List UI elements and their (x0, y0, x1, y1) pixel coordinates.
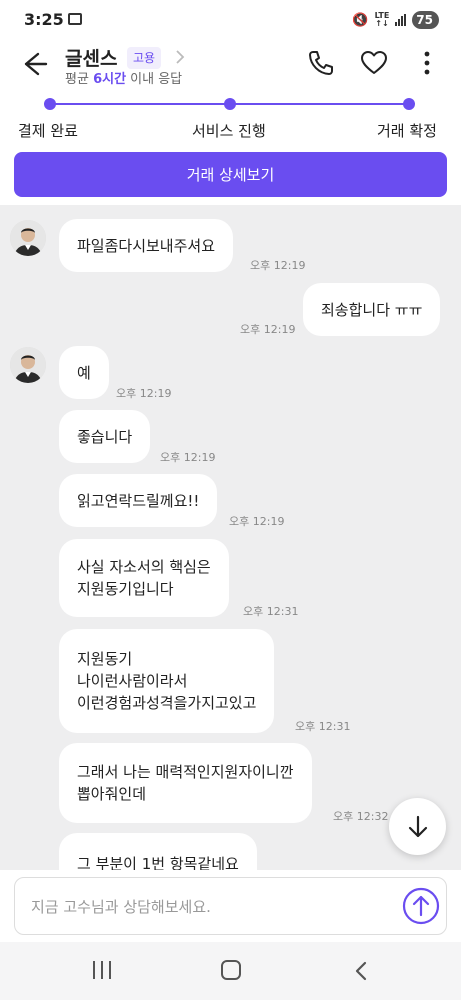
status-time: 3:25 (24, 10, 64, 29)
page-title[interactable]: 글센스 (65, 44, 117, 71)
network-type: LTE (374, 11, 390, 20)
message-bubble: 예 (59, 346, 109, 399)
message-time: 오후 12:19 (229, 515, 285, 528)
message-bubble-sent: 죄송합니다 ㅠㅠ (303, 283, 441, 336)
message-text: 죄송합니다 ㅠㅠ (321, 300, 423, 319)
more-vertical-icon[interactable] (412, 48, 442, 78)
mute-icon: 🔇 (352, 12, 369, 28)
chat-header: 글센스 고용 평균 6시간 이내 응답 (0, 40, 461, 90)
system-nav-bar (0, 942, 461, 1000)
hire-badge: 고용 (127, 47, 162, 69)
scroll-to-bottom-button[interactable] (389, 798, 446, 855)
progress-dot-paid (44, 98, 56, 110)
message-text: 사실 자소서의 핵심은 (77, 558, 211, 576)
message-text: 나이런사람이라서 (77, 672, 188, 690)
status-bar: 3:25 🔇 LTE ↑↓ 75 (0, 0, 461, 40)
message-text: 지원동기 (77, 650, 133, 668)
message-time: 오후 12:32 (333, 810, 389, 823)
response-time-value: 6시간 (93, 72, 127, 87)
lte-icon: LTE ↑↓ (374, 11, 390, 28)
step-label-service: 서비스 진행 (192, 122, 266, 140)
send-arrow-up-icon[interactable] (402, 887, 440, 925)
signal-icon (395, 14, 407, 26)
screen-record-icon (68, 13, 82, 25)
message-bubble: 읽고연락드릴께요!! (59, 474, 218, 527)
avatar[interactable] (10, 347, 46, 383)
message-input-bar: 지금 고수님과 상담해보세요. (0, 870, 461, 942)
message-bubble: 지원동기나이런사람이라서이런경험과성격을가지고있고 (59, 629, 275, 733)
message-text: 이런경험과성격을가지고있고 (77, 694, 257, 712)
message-time: 오후 12:19 (116, 387, 172, 400)
chat-area[interactable]: 파일좀다시보내주셔요 오후 12:19 죄송합니다 ㅠㅠ 오후 12:19 예 … (0, 205, 461, 870)
message-text: 예 (77, 363, 91, 382)
message-input[interactable]: 지금 고수님과 상담해보세요. (14, 877, 447, 935)
status-icons: 🔇 LTE ↑↓ 75 (352, 11, 439, 29)
progress-dot-confirm (403, 98, 415, 110)
message-time: 오후 12:31 (295, 720, 351, 733)
message-bubble: 좋습니다 (59, 410, 151, 463)
message-text: 파일좀다시보내주셔요 (77, 236, 216, 255)
progress-dot-service (224, 98, 236, 110)
message-time: 오후 12:19 (160, 451, 216, 464)
recent-apps-icon[interactable] (93, 961, 111, 979)
message-bubble: 그래서 나는 매력적인지원자이니깐뽑아줘인데 (59, 743, 312, 823)
message-text: 그 부분이 1번 항목같네요 (77, 855, 239, 870)
nav-back-icon[interactable] (352, 960, 370, 982)
home-icon[interactable] (221, 960, 241, 980)
message-time: 오후 12:19 (250, 259, 306, 272)
back-arrow-icon[interactable] (18, 48, 50, 80)
battery-icon: 75 (412, 11, 439, 29)
message-text: 읽고연락드릴께요!! (77, 491, 200, 510)
phone-icon[interactable] (306, 48, 336, 78)
message-text: 뽑아줘인데 (77, 785, 147, 803)
message-bubble: 파일좀다시보내주셔요 (59, 219, 234, 272)
message-bubble: 그 부분이 1번 항목같네요 (59, 833, 257, 870)
battery-level: 75 (416, 13, 433, 27)
step-label-confirm: 거래 확정 (377, 122, 437, 140)
message-text: 좋습니다 (77, 427, 133, 446)
deal-progress: 결제 완료 서비스 진행 거래 확정 (0, 96, 461, 146)
deal-detail-button[interactable]: 거래 상세보기 (14, 152, 447, 197)
message-time: 오후 12:31 (243, 605, 299, 618)
arrow-down-icon (408, 815, 427, 837)
step-label-paid: 결제 완료 (18, 122, 78, 140)
chevron-right-icon[interactable] (174, 47, 186, 67)
message-time: 오후 12:19 (240, 323, 296, 336)
avatar[interactable] (10, 220, 46, 256)
heart-icon[interactable] (359, 48, 389, 78)
response-time: 평균 6시간 이내 응답 (65, 72, 183, 87)
message-text: 그래서 나는 매력적인지원자이니깐 (77, 763, 294, 781)
message-bubble: 사실 자소서의 핵심은지원동기입니다 (59, 539, 229, 617)
message-text: 지원동기입니다 (77, 580, 174, 598)
